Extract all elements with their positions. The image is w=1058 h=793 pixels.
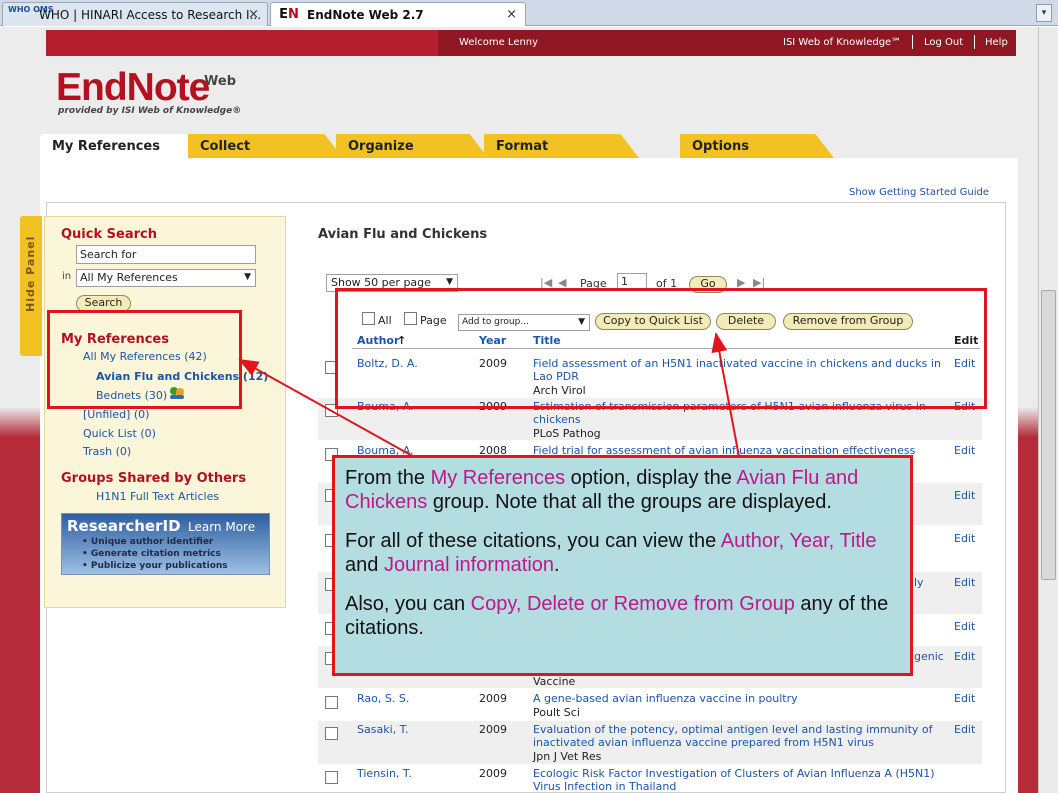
callout-paragraph-1: From the My References option, display t… (345, 467, 859, 513)
callout-paragraph-3: Also, you can Copy, Delete or Remove fro… (345, 593, 889, 639)
instruction-callout: From the My References option, display t… (332, 455, 913, 676)
callout-paragraph-2: For all of these citations, you can view… (345, 530, 877, 576)
